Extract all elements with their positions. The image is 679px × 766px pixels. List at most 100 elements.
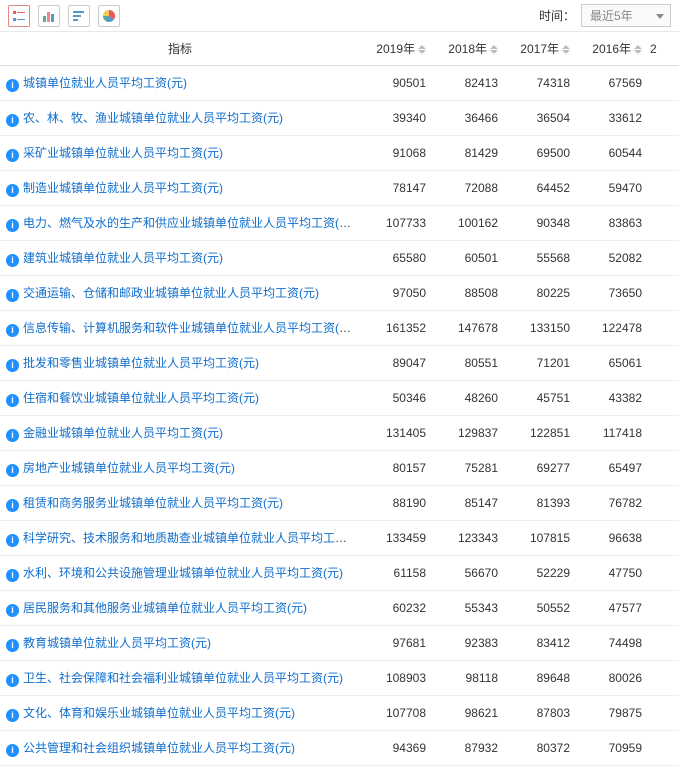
indicator-link[interactable]: 制造业城镇单位就业人员平均工资(元)	[23, 181, 223, 195]
value-cell: 69500	[504, 136, 576, 171]
hbar-chart-button[interactable]	[68, 5, 90, 27]
info-icon[interactable]: i	[6, 359, 19, 372]
info-icon[interactable]: i	[6, 674, 19, 687]
info-icon[interactable]: i	[6, 534, 19, 547]
info-icon[interactable]: i	[6, 639, 19, 652]
header-year-2-label: 2017年	[520, 42, 559, 56]
value-cell: 55343	[432, 591, 504, 626]
value-cell-partial	[648, 661, 679, 696]
value-cell: 82413	[432, 66, 504, 101]
indicator-link[interactable]: 城镇单位就业人员平均工资(元)	[23, 76, 187, 90]
header-year-3[interactable]: 2016年	[576, 32, 648, 66]
header-year-0-label: 2019年	[376, 42, 415, 56]
value-cell-partial	[648, 731, 679, 766]
bar-chart-button[interactable]	[38, 5, 60, 27]
value-cell: 61158	[360, 556, 432, 591]
info-icon[interactable]: i	[6, 744, 19, 757]
time-label: 时间：	[539, 7, 575, 24]
indicator-link[interactable]: 交通运输、仓储和邮政业城镇单位就业人员平均工资(元)	[23, 286, 319, 300]
indicator-link[interactable]: 住宿和餐饮业城镇单位就业人员平均工资(元)	[23, 391, 259, 405]
indicator-cell: i 文化、体育和娱乐业城镇单位就业人员平均工资(元)	[0, 696, 360, 731]
legend-button[interactable]	[8, 5, 30, 27]
table-row: i卫生、社会保障和社会福利业城镇单位就业人员平均工资(元)10890398118…	[0, 661, 679, 696]
value-cell: 50552	[504, 591, 576, 626]
indicator-link[interactable]: 卫生、社会保障和社会福利业城镇单位就业人员平均工资(元)	[23, 671, 343, 685]
indicator-link[interactable]: 批发和零售业城镇单位就业人员平均工资(元)	[23, 356, 259, 370]
table-row: i建筑业城镇单位就业人员平均工资(元)65580605015556852082	[0, 241, 679, 276]
header-year-2[interactable]: 2017年	[504, 32, 576, 66]
table-row: i居民服务和其他服务业城镇单位就业人员平均工资(元)60232553435055…	[0, 591, 679, 626]
info-icon[interactable]: i	[6, 149, 19, 162]
indicator-cell: i 电力、燃气及水的生产和供应业城镇单位就业人员平均工资(元)	[0, 206, 360, 241]
indicator-link[interactable]: 农、林、牧、渔业城镇单位就业人员平均工资(元)	[23, 111, 283, 125]
indicator-cell: i 租赁和商务服务业城镇单位就业人员平均工资(元)	[0, 486, 360, 521]
indicator-link[interactable]: 房地产业城镇单位就业人员平均工资(元)	[23, 461, 235, 475]
table-row: i批发和零售业城镇单位就业人员平均工资(元)890478055171201650…	[0, 346, 679, 381]
value-cell: 80372	[504, 731, 576, 766]
value-cell: 74498	[576, 626, 648, 661]
info-icon[interactable]: i	[6, 499, 19, 512]
value-cell: 78147	[360, 171, 432, 206]
value-cell: 133150	[504, 311, 576, 346]
header-year-partial-label: 2	[650, 42, 657, 56]
header-year-3-label: 2016年	[592, 42, 631, 56]
info-icon[interactable]: i	[6, 114, 19, 127]
indicator-link[interactable]: 教育城镇单位就业人员平均工资(元)	[23, 636, 211, 650]
table-header-row: 指标 2019年 2018年 2017年 2016年 2	[0, 32, 679, 66]
legend-icon	[12, 9, 26, 23]
value-cell: 59470	[576, 171, 648, 206]
value-cell: 65580	[360, 241, 432, 276]
info-icon[interactable]: i	[6, 79, 19, 92]
value-cell: 107815	[504, 521, 576, 556]
value-cell: 52082	[576, 241, 648, 276]
indicator-link[interactable]: 水利、环境和公共设施管理业城镇单位就业人员平均工资(元)	[23, 566, 343, 580]
info-icon[interactable]: i	[6, 219, 19, 232]
info-icon[interactable]: i	[6, 429, 19, 442]
header-year-partial[interactable]: 2	[648, 32, 679, 66]
info-icon[interactable]: i	[6, 184, 19, 197]
info-icon[interactable]: i	[6, 324, 19, 337]
table-row: i金融业城镇单位就业人员平均工资(元)131405129837122851117…	[0, 416, 679, 451]
sort-icon	[490, 45, 498, 54]
time-range-select[interactable]: 最近5年	[581, 4, 671, 27]
table-row: i制造业城镇单位就业人员平均工资(元)78147720886445259470	[0, 171, 679, 206]
header-year-0[interactable]: 2019年	[360, 32, 432, 66]
value-cell: 76782	[576, 486, 648, 521]
value-cell: 80026	[576, 661, 648, 696]
value-cell-partial	[648, 276, 679, 311]
value-cell-partial	[648, 521, 679, 556]
value-cell: 161352	[360, 311, 432, 346]
table-row: i租赁和商务服务业城镇单位就业人员平均工资(元)8819085147813937…	[0, 486, 679, 521]
indicator-link[interactable]: 租赁和商务服务业城镇单位就业人员平均工资(元)	[23, 496, 283, 510]
indicator-link[interactable]: 公共管理和社会组织城镇单位就业人员平均工资(元)	[23, 741, 295, 755]
header-indicator[interactable]: 指标	[0, 32, 360, 66]
indicator-link[interactable]: 科学研究、技术服务和地质勘查业城镇单位就业人员平均工资(元)	[23, 531, 360, 545]
info-icon[interactable]: i	[6, 709, 19, 722]
value-cell-partial	[648, 626, 679, 661]
toolbar-icons	[8, 5, 120, 27]
info-icon[interactable]: i	[6, 569, 19, 582]
indicator-link[interactable]: 金融业城镇单位就业人员平均工资(元)	[23, 426, 223, 440]
indicator-link[interactable]: 居民服务和其他服务业城镇单位就业人员平均工资(元)	[23, 601, 307, 615]
indicator-link[interactable]: 电力、燃气及水的生产和供应业城镇单位就业人员平均工资(元)	[23, 216, 355, 230]
info-icon[interactable]: i	[6, 394, 19, 407]
header-year-1[interactable]: 2018年	[432, 32, 504, 66]
indicator-cell: i 教育城镇单位就业人员平均工资(元)	[0, 626, 360, 661]
indicator-cell: i 金融业城镇单位就业人员平均工资(元)	[0, 416, 360, 451]
indicator-link[interactable]: 采矿业城镇单位就业人员平均工资(元)	[23, 146, 223, 160]
info-icon[interactable]: i	[6, 604, 19, 617]
value-cell: 90348	[504, 206, 576, 241]
info-icon[interactable]: i	[6, 464, 19, 477]
value-cell: 94369	[360, 731, 432, 766]
pie-chart-button[interactable]	[98, 5, 120, 27]
indicator-link[interactable]: 文化、体育和娱乐业城镇单位就业人员平均工资(元)	[23, 706, 295, 720]
value-cell: 131405	[360, 416, 432, 451]
info-icon[interactable]: i	[6, 289, 19, 302]
value-cell: 96638	[576, 521, 648, 556]
indicator-cell: i 公共管理和社会组织城镇单位就业人员平均工资(元)	[0, 731, 360, 766]
indicator-link[interactable]: 建筑业城镇单位就业人员平均工资(元)	[23, 251, 223, 265]
indicator-cell: i 采矿业城镇单位就业人员平均工资(元)	[0, 136, 360, 171]
value-cell: 87932	[432, 731, 504, 766]
info-icon[interactable]: i	[6, 254, 19, 267]
indicator-link[interactable]: 信息传输、计算机服务和软件业城镇单位就业人员平均工资(元)	[23, 321, 355, 335]
